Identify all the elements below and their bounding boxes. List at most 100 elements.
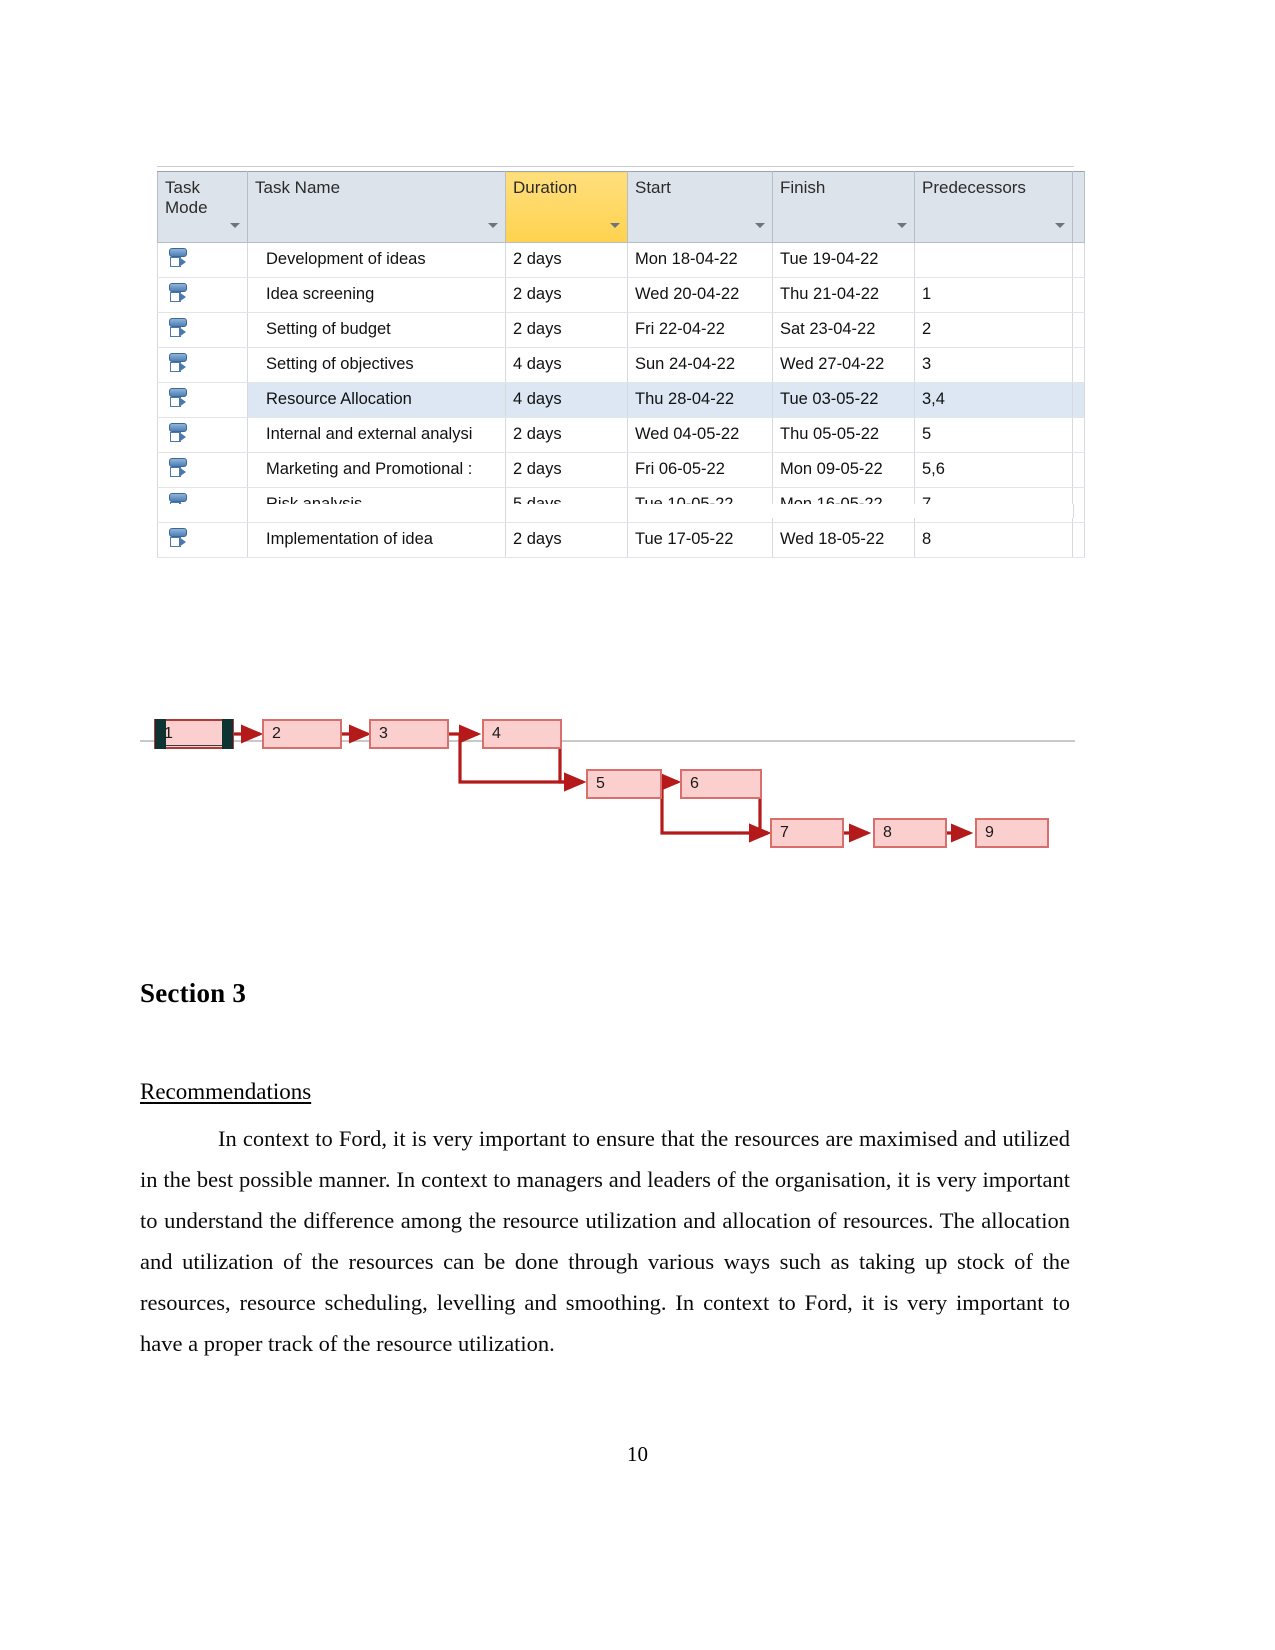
cell-next-partial[interactable] — [1072, 347, 1085, 383]
cell-next-partial[interactable] — [1072, 522, 1085, 558]
cell-start[interactable]: Wed 20-04-22 — [627, 277, 773, 313]
cell-predecessors[interactable]: 3 — [914, 347, 1073, 383]
column-header-task-mode-label: Task Mode — [165, 178, 208, 217]
cell-finish[interactable]: Wed 18-05-22 — [772, 522, 915, 558]
table-row[interactable]: Setting of budget 2 days Fri 22-04-22 Sat 2… — [157, 312, 1085, 348]
cell-duration[interactable]: 2 days — [505, 312, 628, 348]
column-header-duration-label: Duration — [513, 178, 578, 197]
column-header-task-mode[interactable]: Task Mode — [157, 171, 248, 243]
cell-task-mode[interactable] — [157, 347, 248, 383]
cell-next-partial[interactable] — [1072, 452, 1085, 488]
cell-predecessors[interactable] — [914, 242, 1073, 278]
diagram-node-7[interactable]: 7 — [770, 818, 844, 848]
task-grid[interactable]: Task Mode Task Name Duration Start Finis… — [157, 171, 1085, 558]
selection-underline — [166, 745, 222, 746]
cell-duration[interactable]: 2 days — [505, 277, 628, 313]
cell-predecessors[interactable]: 2 — [914, 312, 1073, 348]
cell-start[interactable]: Mon 18-04-22 — [627, 242, 773, 278]
cell-finish[interactable]: Wed 27-04-22 — [772, 347, 915, 383]
cell-task-mode[interactable] — [157, 382, 248, 418]
diagram-node-4-label: 4 — [492, 725, 501, 742]
cell-predecessors[interactable]: 3,4 — [914, 382, 1073, 418]
chevron-down-icon[interactable] — [1055, 223, 1065, 228]
column-header-finish[interactable]: Finish — [772, 171, 915, 243]
column-header-task-name[interactable]: Task Name — [247, 171, 506, 243]
cell-predecessors[interactable]: 5,6 — [914, 452, 1073, 488]
resize-handle-right[interactable] — [222, 719, 233, 749]
cell-task-mode[interactable] — [157, 312, 248, 348]
column-header-next-partial[interactable] — [1072, 171, 1085, 243]
cell-predecessors[interactable]: 8 — [914, 522, 1073, 558]
cell-finish[interactable]: Tue 19-04-22 — [772, 242, 915, 278]
diagram-node-5[interactable]: 5 — [586, 769, 662, 799]
cell-next-partial[interactable] — [1072, 242, 1085, 278]
cell-task-name[interactable]: Resource Allocation — [247, 382, 506, 418]
chevron-down-icon[interactable] — [610, 223, 620, 228]
diagram-node-1[interactable]: 1 — [154, 719, 234, 749]
cell-finish[interactable]: Thu 05-05-22 — [772, 417, 915, 453]
auto-schedule-icon — [168, 422, 190, 442]
cell-next-partial[interactable] — [1072, 382, 1085, 418]
cell-duration[interactable]: 2 days — [505, 452, 628, 488]
diagram-node-3[interactable]: 3 — [369, 719, 449, 749]
cell-duration[interactable]: 4 days — [505, 347, 628, 383]
chevron-down-icon[interactable] — [897, 223, 907, 228]
chevron-down-icon[interactable] — [230, 223, 240, 228]
cell-finish[interactable]: Sat 23-04-22 — [772, 312, 915, 348]
table-row[interactable]: Setting of objectives 4 days Sun 24-04-22 W… — [157, 347, 1085, 383]
network-diagram[interactable]: 1 2 3 4 5 6 7 8 9 — [140, 700, 1075, 865]
cell-finish[interactable]: Thu 21-04-22 — [772, 277, 915, 313]
cell-start[interactable]: Fri 06-05-22 — [627, 452, 773, 488]
table-row[interactable]: Internal and external analysi 2 days Wed 0… — [157, 417, 1085, 453]
cell-task-mode[interactable] — [157, 452, 248, 488]
cell-task-name[interactable]: Marketing and Promotional : — [247, 452, 506, 488]
cell-task-name[interactable]: Internal and external analysi — [247, 417, 506, 453]
diagram-node-8[interactable]: 8 — [873, 818, 947, 848]
cell-start[interactable]: Sun 24-04-22 — [627, 347, 773, 383]
diagram-node-4[interactable]: 4 — [482, 719, 562, 749]
cell-start[interactable]: Thu 28-04-22 — [627, 382, 773, 418]
cell-duration[interactable]: 2 days — [505, 242, 628, 278]
cell-task-mode[interactable] — [157, 522, 248, 558]
cell-duration[interactable]: 4 days — [505, 382, 628, 418]
project-task-table[interactable]: Task Mode Task Name Duration Start Finis… — [157, 166, 1085, 558]
cell-task-name[interactable]: Setting of objectives — [247, 347, 506, 383]
cell-start[interactable]: Wed 04-05-22 — [627, 417, 773, 453]
table-row[interactable]: Resource Allocation 4 days Thu 28-04-22 Tue… — [157, 382, 1085, 418]
cell-next-partial[interactable] — [1072, 277, 1085, 313]
cell-next-partial[interactable] — [1072, 487, 1085, 523]
cell-finish[interactable]: Tue 03-05-22 — [772, 382, 915, 418]
cell-next-partial[interactable] — [1072, 312, 1085, 348]
cell-start[interactable]: Tue 17-05-22 — [627, 522, 773, 558]
cell-task-mode[interactable] — [157, 242, 248, 278]
page-number: 10 — [627, 1442, 648, 1466]
cell-task-mode[interactable] — [157, 277, 248, 313]
cell-predecessors[interactable]: 1 — [914, 277, 1073, 313]
diagram-node-2[interactable]: 2 — [262, 719, 342, 749]
column-header-duration[interactable]: Duration — [505, 171, 628, 243]
table-row[interactable]: Marketing and Promotional :2 days Fri 06-… — [157, 452, 1085, 488]
cell-next-partial[interactable] — [1072, 417, 1085, 453]
chevron-down-icon[interactable] — [488, 223, 498, 228]
cell-task-mode[interactable] — [157, 417, 248, 453]
cell-task-name[interactable]: Development of ideas — [247, 242, 506, 278]
auto-schedule-icon — [168, 527, 190, 547]
table-bottom-continuation — [157, 504, 1074, 518]
chevron-down-icon[interactable] — [755, 223, 765, 228]
cell-predecessors[interactable]: 5 — [914, 417, 1073, 453]
column-header-predecessors-label: Predecessors — [922, 178, 1026, 197]
cell-duration[interactable]: 2 days — [505, 522, 628, 558]
column-header-start[interactable]: Start — [627, 171, 773, 243]
column-header-predecessors[interactable]: Predecessors — [914, 171, 1073, 243]
table-row[interactable]: Idea screening 2 days Wed 20-04-22 Thu 21-0… — [157, 277, 1085, 313]
cell-start[interactable]: Fri 22-04-22 — [627, 312, 773, 348]
table-row[interactable]: Implementation of idea 2 days Tue 17-05-22… — [157, 522, 1085, 558]
cell-task-name[interactable]: Implementation of idea — [247, 522, 506, 558]
diagram-node-6[interactable]: 6 — [680, 769, 762, 799]
cell-task-name[interactable]: Setting of budget — [247, 312, 506, 348]
cell-duration[interactable]: 2 days — [505, 417, 628, 453]
cell-finish[interactable]: Mon 09-05-22 — [772, 452, 915, 488]
diagram-node-9[interactable]: 9 — [975, 818, 1049, 848]
table-row[interactable]: Development of ideas 2 days Mon 18-04-22 Tu… — [157, 242, 1085, 278]
cell-task-name[interactable]: Idea screening — [247, 277, 506, 313]
